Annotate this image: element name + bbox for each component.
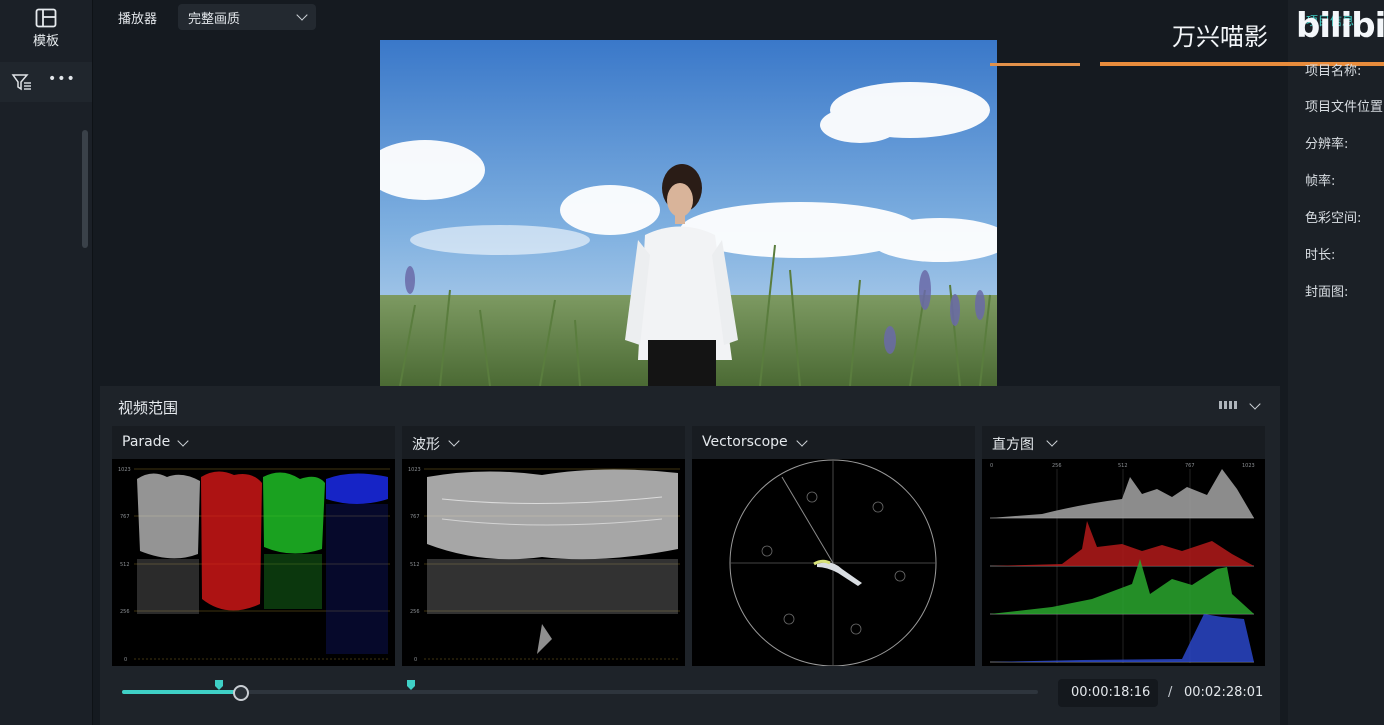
toolbar: ••• [0, 62, 92, 102]
tick-label: 1023 [1242, 463, 1255, 469]
tick-label: 767 [410, 514, 420, 520]
field-project-name: 项目名称: [1305, 64, 1362, 79]
watermark-text: 万兴喵影 [1172, 23, 1268, 51]
field-colorspace: 色彩空间: [1305, 211, 1362, 226]
scopes-title: 视频范围 [118, 399, 179, 417]
tick-label: 512 [1118, 463, 1128, 469]
field-resolution: 分辨率: [1305, 137, 1349, 152]
parade-graph: 1023 767 512 256 0 [118, 467, 390, 663]
chevron-down-icon [796, 435, 808, 447]
tick-label: 0 [990, 463, 993, 469]
filter-icon[interactable] [11, 72, 33, 92]
more-icon[interactable]: ••• [48, 71, 76, 87]
parade-header[interactable]: Parade [112, 426, 395, 459]
tick-label: 256 [120, 609, 130, 615]
current-time: 00:00:18:16 [1071, 685, 1151, 700]
parade-scope: Parade 1023 767 512 256 0 [112, 426, 395, 666]
video-frame [380, 40, 997, 386]
vectorscope-header[interactable]: Vectorscope [692, 426, 975, 459]
vectorscope: Vectorscope [692, 426, 975, 666]
tick-label: 256 [410, 609, 420, 615]
time-separator: / [1168, 685, 1173, 700]
playhead[interactable] [233, 685, 249, 701]
histogram-graph: 0 256 512 767 1023 [990, 463, 1255, 663]
vectorscope-graph [729, 459, 937, 666]
parade-label: Parade [122, 434, 171, 450]
timeline-progress [122, 690, 241, 694]
tick-label: 1023 [118, 467, 131, 473]
chevron-down-icon [177, 435, 189, 447]
waveform-scope: 波形 1023 767 512 256 0 [402, 426, 685, 666]
video-preview[interactable] [380, 40, 997, 386]
scrollbar[interactable] [82, 130, 88, 248]
timeline-track[interactable] [122, 690, 1038, 694]
field-framerate: 帧率: [1305, 174, 1336, 189]
left-sidebar [0, 0, 93, 725]
waveform-label: 波形 [412, 437, 440, 453]
tick-label: 767 [120, 514, 130, 520]
histogram-scope: 直方图 0 256 512 767 1023 [982, 426, 1265, 666]
vectorscope-label: Vectorscope [702, 434, 788, 450]
layout-icon[interactable] [1218, 399, 1238, 411]
waveform-header[interactable]: 波形 [402, 426, 685, 459]
field-cover: 封面图: [1305, 285, 1349, 300]
tick-label: 767 [1185, 463, 1195, 469]
chevron-down-icon [1046, 435, 1058, 447]
tick-label: 0 [124, 657, 127, 663]
bilibili-logo: bilibili [1296, 6, 1384, 46]
total-time: 00:02:28:01 [1184, 685, 1264, 700]
template-button[interactable]: 模板 [0, 0, 92, 58]
quality-value: 完整画质 [188, 12, 241, 27]
player-label: 播放器 [118, 12, 158, 27]
tick-label: 512 [410, 562, 420, 568]
tick-label: 0 [414, 657, 417, 663]
field-project-location: 项目文件位置 [1305, 100, 1384, 115]
template-label: 模板 [32, 34, 59, 49]
template-icon [35, 8, 57, 28]
chevron-down-icon [448, 435, 460, 447]
field-duration: 时长: [1305, 248, 1336, 263]
histogram-label: 直方图 [992, 437, 1034, 453]
tick-label: 512 [120, 562, 130, 568]
tick-label: 1023 [408, 467, 421, 473]
waveform-graph: 1023 767 512 256 0 [408, 467, 680, 663]
histogram-header[interactable]: 直方图 [982, 426, 1265, 459]
tick-label: 256 [1052, 463, 1062, 469]
